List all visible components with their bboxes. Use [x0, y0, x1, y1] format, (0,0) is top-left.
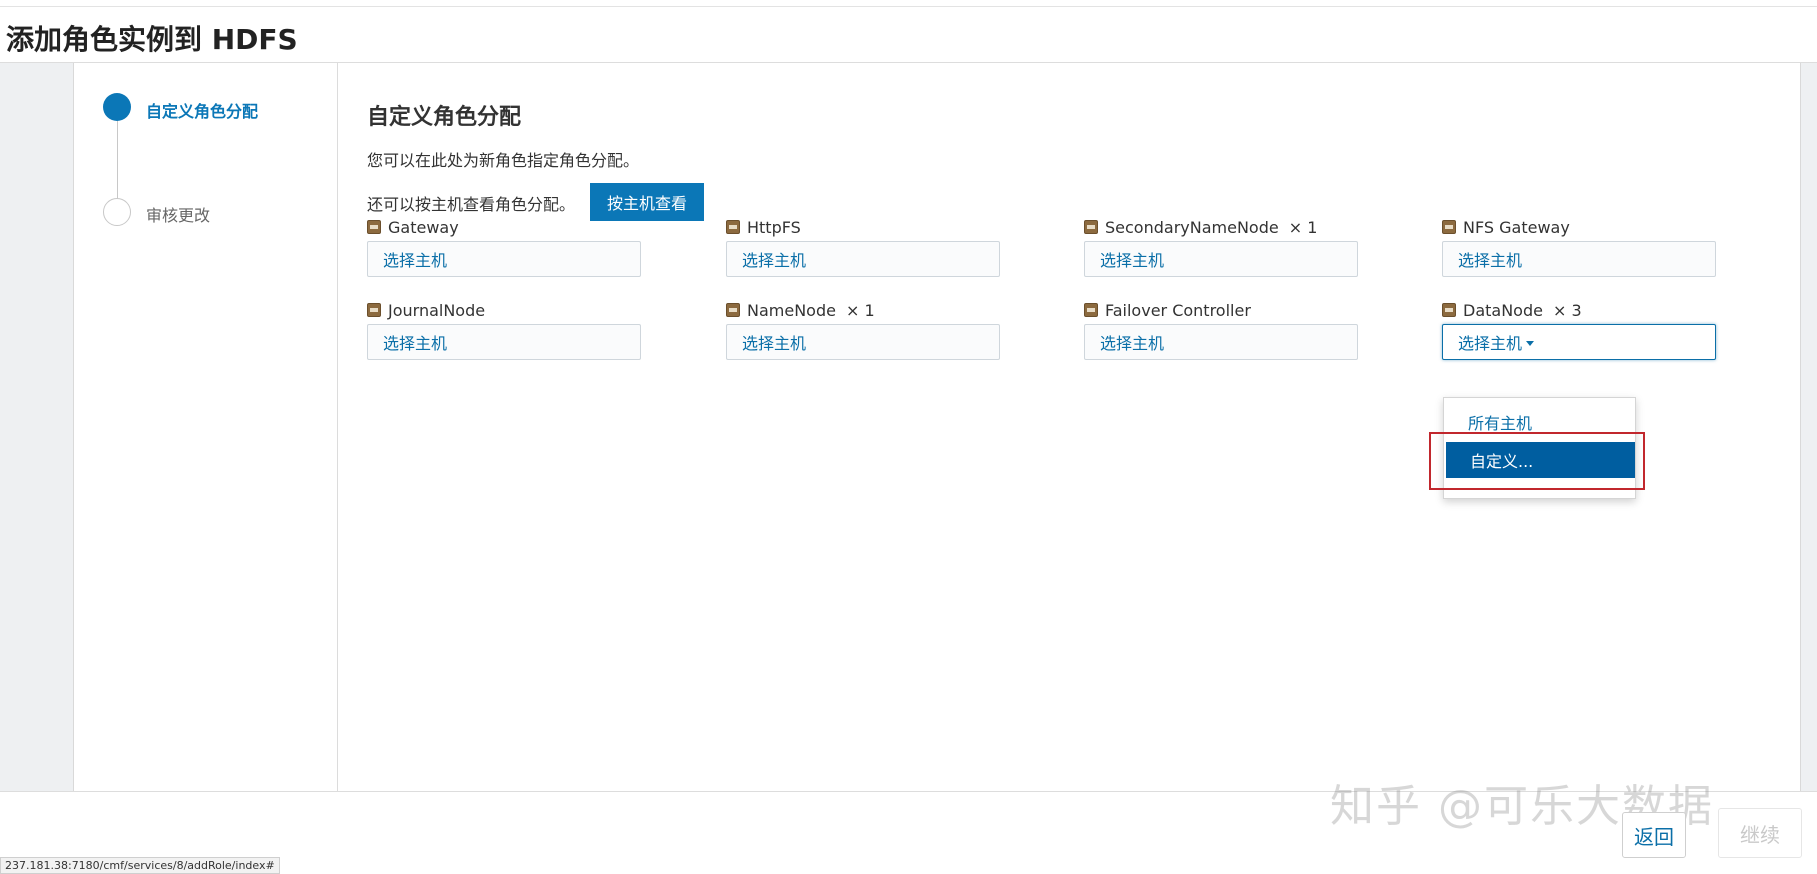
host-selector-label: 选择主机: [1458, 251, 1523, 270]
role-failover-controller: Failover Controller 选择主机: [1084, 300, 1358, 360]
host-selector-label: 选择主机: [742, 334, 807, 353]
byhost-description: 还可以按主机查看角色分配。: [367, 195, 576, 214]
role-icon: [1084, 303, 1098, 317]
section-title: 自定义角色分配: [367, 105, 522, 130]
role-name: NFS Gateway: [1463, 217, 1570, 237]
role-icon: [367, 303, 381, 317]
host-selector[interactable]: 选择主机: [726, 241, 1000, 277]
host-selector[interactable]: 选择主机: [1442, 241, 1716, 277]
step-indicator-active: [103, 93, 131, 121]
role-journalnode: JournalNode 选择主机: [367, 300, 641, 360]
step-label-review-changes[interactable]: 审核更改: [146, 202, 210, 226]
role-name: NameNode: [747, 300, 836, 320]
assignment-description: 您可以在此处为新角色指定角色分配。: [367, 151, 640, 170]
role-name: JournalNode: [388, 300, 486, 320]
role-count: × 1: [845, 300, 875, 320]
continue-button[interactable]: 继续: [1718, 808, 1802, 858]
role-name: DataNode: [1463, 300, 1543, 320]
role-name: Failover Controller: [1105, 300, 1251, 320]
role-count: × 3: [1552, 300, 1582, 320]
host-selector-label: 选择主机: [1100, 251, 1165, 270]
wizard-steps: 自定义角色分配 审核更改: [74, 63, 338, 791]
status-bar-url: 237.181.38:7180/cmf/services/8/addRole/i…: [0, 857, 280, 874]
caret-down-icon: [1526, 340, 1535, 346]
view-by-host-button[interactable]: 按主机查看: [590, 183, 704, 221]
page: 添加角色实例到 HDFS 自定义角色分配 审核更改 自定义角色分配 您可以在此处…: [0, 0, 1817, 874]
host-selector[interactable]: 选择主机: [1084, 324, 1358, 360]
page-title: 添加角色实例到 HDFS: [6, 23, 298, 56]
role-namenode: NameNode × 1 选择主机: [726, 300, 1000, 360]
role-icon: [1442, 303, 1456, 317]
highlight-annotation-box: [1429, 432, 1645, 490]
host-selector-label: 选择主机: [383, 334, 448, 353]
role-nfs-gateway: NFS Gateway 选择主机: [1442, 217, 1716, 277]
role-count: × 1: [1288, 217, 1318, 237]
host-selector-label: 选择主机: [383, 251, 448, 270]
step-indicator-pending: [103, 198, 131, 226]
role-icon: [367, 220, 381, 234]
host-selector[interactable]: 选择主机: [367, 241, 641, 277]
host-selector-label: 选择主机: [1100, 334, 1165, 353]
back-button[interactable]: 返回: [1622, 812, 1686, 858]
host-selector-open[interactable]: 选择主机: [1442, 324, 1716, 360]
left-gutter: [0, 63, 74, 791]
role-httpfs: HttpFS 选择主机: [726, 217, 1000, 277]
role-name: HttpFS: [747, 217, 801, 237]
host-selector-label: 选择主机: [1458, 334, 1523, 353]
role-icon: [1442, 220, 1456, 234]
role-icon: [726, 220, 740, 234]
host-selector-label: 选择主机: [742, 251, 807, 270]
main-content: 自定义角色分配 您可以在此处为新角色指定角色分配。 还可以按主机查看角色分配。 …: [339, 63, 1800, 791]
step-label-custom-assignment[interactable]: 自定义角色分配: [146, 98, 258, 122]
host-selector[interactable]: 选择主机: [367, 324, 641, 360]
host-selector[interactable]: 选择主机: [1084, 241, 1358, 277]
role-secondarynamenode: SecondaryNameNode × 1 选择主机: [1084, 217, 1358, 277]
step-connector: [117, 108, 118, 212]
top-divider: [0, 6, 1817, 7]
role-icon: [726, 303, 740, 317]
role-icon: [1084, 220, 1098, 234]
host-selector[interactable]: 选择主机: [726, 324, 1000, 360]
role-datanode: DataNode × 3 选择主机: [1442, 300, 1716, 360]
role-name: SecondaryNameNode: [1105, 217, 1279, 237]
role-name: Gateway: [388, 217, 459, 237]
right-gutter: [1800, 63, 1817, 791]
role-gateway: Gateway 选择主机: [367, 217, 641, 277]
